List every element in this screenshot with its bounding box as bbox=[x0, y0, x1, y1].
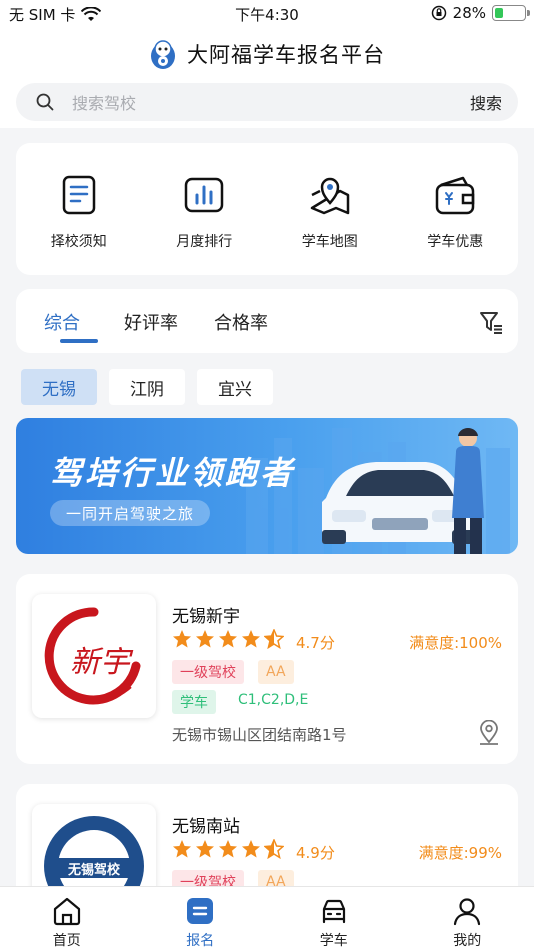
tab-profile[interactable]: 我的 bbox=[401, 887, 534, 950]
star-icon bbox=[173, 840, 191, 858]
tab-overall[interactable]: 综合 bbox=[44, 309, 80, 335]
tab-home[interactable]: 首页 bbox=[0, 887, 134, 950]
quick-link-discounts[interactable]: 学车优惠 bbox=[405, 173, 505, 275]
wallet-icon bbox=[436, 176, 475, 215]
half-star-icon bbox=[264, 629, 284, 649]
tab-pass-rate[interactable]: 合格率 bbox=[214, 309, 268, 335]
star-icon bbox=[196, 840, 214, 858]
tab-label: 我的 bbox=[453, 933, 482, 949]
satisfaction-rate: 满意度:99% bbox=[418, 844, 502, 862]
quick-link-label: 月度排行 bbox=[176, 234, 233, 250]
search-icon bbox=[36, 93, 54, 111]
quick-link-monthly-ranking[interactable]: 月度排行 bbox=[154, 173, 254, 275]
city-chip-yixing[interactable]: 宜兴 bbox=[197, 369, 273, 405]
rating-stars bbox=[172, 839, 284, 859]
svg-text:无锡驾校: 无锡驾校 bbox=[67, 862, 121, 878]
profile-icon bbox=[454, 898, 481, 926]
promo-banner[interactable]: 驾培行业领跑者 一同开启驾驶之旅 bbox=[16, 418, 518, 554]
banner-subline: 一同开启驾驶之旅 bbox=[50, 500, 211, 526]
bar-chart-icon bbox=[185, 177, 224, 213]
document-icon bbox=[62, 175, 95, 215]
signup-icon bbox=[187, 898, 214, 924]
app-title: 大阿福学车报名平台 bbox=[187, 43, 385, 67]
quick-link-label: 学车地图 bbox=[301, 234, 358, 250]
star-icon bbox=[219, 630, 237, 648]
sort-tabs: 综合 好评率 合格率 bbox=[16, 289, 518, 353]
location-pin-icon[interactable] bbox=[478, 720, 500, 746]
half-star-icon bbox=[264, 839, 284, 859]
quick-link-school-guide[interactable]: 择校须知 bbox=[29, 173, 129, 275]
home-icon bbox=[53, 897, 80, 926]
school-logo: 新宇 bbox=[32, 594, 156, 718]
svg-text:新宇: 新宇 bbox=[70, 645, 134, 680]
tab-rating[interactable]: 好评率 bbox=[124, 309, 178, 335]
star-icon bbox=[196, 630, 214, 648]
search-input[interactable]: 搜索驾校 bbox=[72, 90, 470, 114]
battery-icon bbox=[492, 5, 530, 21]
battery-percent: 28% bbox=[452, 4, 486, 22]
orientation-lock-icon bbox=[431, 5, 446, 21]
school-name: 无锡南站 bbox=[172, 817, 240, 837]
tab-label: 报名 bbox=[186, 933, 215, 949]
category-badge: 学车 bbox=[172, 690, 216, 714]
star-icon bbox=[173, 630, 191, 648]
status-bar: 无 SIM 卡 下午4:30 28% bbox=[0, 0, 534, 28]
level-badge: 一级驾校 bbox=[172, 660, 244, 684]
tab-label: 首页 bbox=[52, 933, 81, 949]
school-name: 无锡新宇 bbox=[172, 607, 240, 627]
city-chip-wuxi[interactable]: 无锡 bbox=[21, 369, 97, 405]
school-card[interactable]: 新宇 无锡新宇 4.7分 满意度:100% 一级驾校 AA 学车 C1,C2,D… bbox=[16, 574, 518, 764]
app-logo-icon bbox=[151, 40, 175, 69]
car-icon bbox=[322, 899, 345, 924]
banner-headline: 驾培行业领跑者 bbox=[50, 454, 296, 492]
car-image bbox=[322, 462, 476, 544]
rating-stars bbox=[172, 629, 284, 649]
quick-link-driving-map[interactable]: 学车地图 bbox=[280, 173, 380, 275]
satisfaction-rate: 满意度:100% bbox=[409, 634, 502, 652]
school-logo-image: 新宇 bbox=[44, 607, 141, 705]
quick-link-label: 学车优惠 bbox=[427, 234, 484, 250]
star-icon bbox=[219, 840, 237, 858]
active-tab-indicator bbox=[60, 339, 98, 343]
map-icon bbox=[310, 177, 349, 215]
tab-signup[interactable]: 报名 bbox=[134, 887, 268, 950]
star-icon bbox=[242, 630, 260, 648]
license-types: C1,C2,D,E bbox=[238, 692, 309, 708]
city-chip-jiangyin[interactable]: 江阴 bbox=[109, 369, 185, 405]
tab-label: 学车 bbox=[319, 933, 348, 949]
school-address: 无锡市锡山区团结南路1号 bbox=[172, 726, 347, 744]
bottom-tab-bar: 首页 报名 学车 我的 bbox=[0, 886, 534, 950]
star-icon bbox=[242, 840, 260, 858]
quick-links-card: 择校须知 月度排行 学车地图 学车优惠 bbox=[16, 143, 518, 275]
search-bar[interactable]: 搜索驾校 搜索 bbox=[16, 83, 518, 121]
rating-score: 4.7分 bbox=[296, 634, 335, 652]
grade-badge: AA bbox=[258, 660, 294, 684]
rating-score: 4.9分 bbox=[296, 844, 335, 862]
app-header: 大阿福学车报名平台 搜索驾校 搜索 bbox=[0, 28, 534, 128]
search-button[interactable]: 搜索 bbox=[470, 90, 502, 114]
tab-learn-driving[interactable]: 学车 bbox=[267, 887, 401, 950]
filter-icon[interactable] bbox=[478, 309, 504, 335]
quick-link-label: 择校须知 bbox=[50, 234, 107, 250]
